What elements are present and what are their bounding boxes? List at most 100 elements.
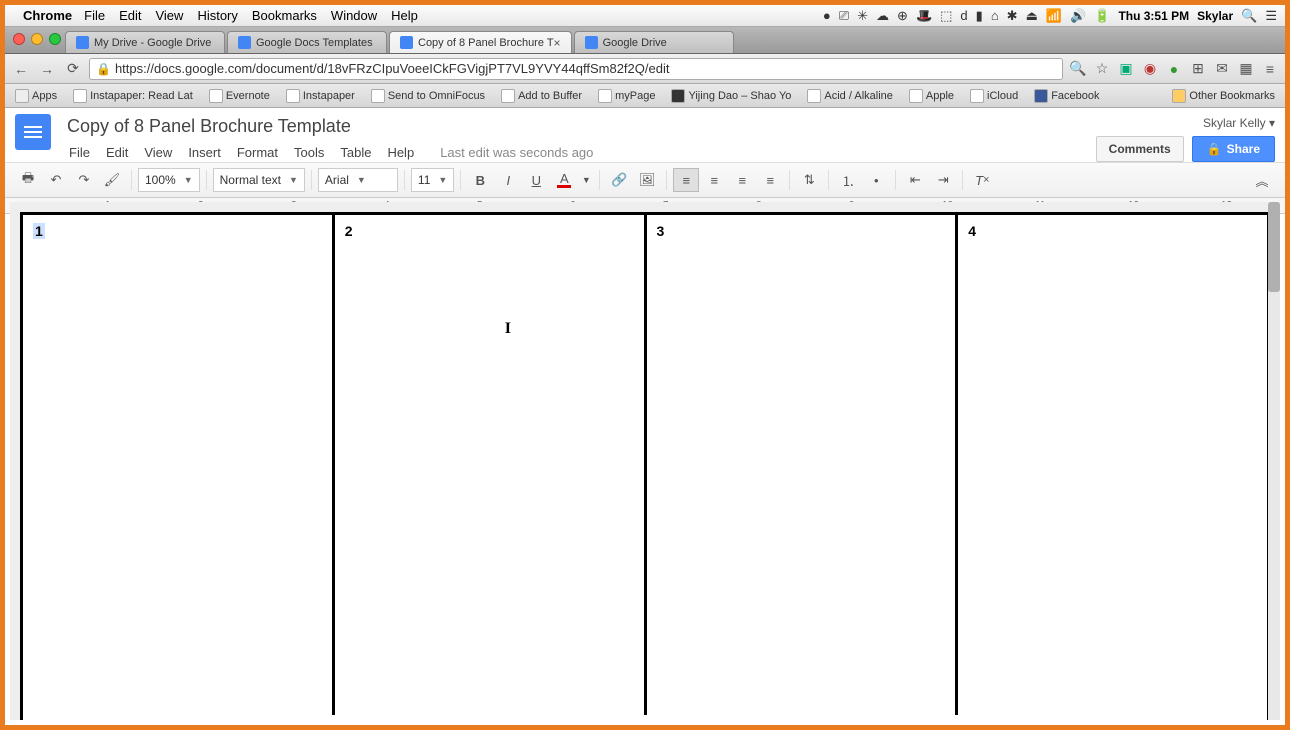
bookmark-item[interactable]: iCloud bbox=[966, 87, 1022, 105]
font-size-select[interactable]: 11▼ bbox=[411, 168, 454, 192]
extension-icon[interactable]: ▦ bbox=[1237, 60, 1255, 78]
brochure-panel-1[interactable]: 1 bbox=[23, 215, 335, 715]
docs-menu-edit[interactable]: Edit bbox=[100, 143, 134, 162]
document-title[interactable]: Copy of 8 Panel Brochure Template bbox=[63, 114, 1096, 139]
brochure-panel-4[interactable]: 4 bbox=[958, 215, 1267, 715]
other-bookmarks[interactable]: Other Bookmarks bbox=[1168, 87, 1279, 105]
align-justify-button[interactable]: ≡ bbox=[757, 168, 783, 192]
extension-icon[interactable]: ⊞ bbox=[1189, 60, 1207, 78]
status-icon[interactable]: ● bbox=[823, 8, 831, 23]
bold-button[interactable]: B bbox=[467, 168, 493, 192]
mac-menu-file[interactable]: File bbox=[84, 8, 105, 23]
status-icon[interactable]: ▮ bbox=[976, 8, 983, 24]
extension-icon[interactable]: ◉ bbox=[1141, 60, 1159, 78]
mac-menu-bookmarks[interactable]: Bookmarks bbox=[252, 8, 317, 23]
volume-icon[interactable]: 📶 bbox=[1046, 8, 1062, 24]
apps-button[interactable]: Apps bbox=[11, 87, 61, 105]
status-icon[interactable]: 🎩 bbox=[916, 8, 932, 24]
bookmark-item[interactable]: Acid / Alkaline bbox=[803, 87, 896, 105]
bookmark-item[interactable]: Send to OmniFocus bbox=[367, 87, 489, 105]
bookmark-item[interactable]: Yijing Dao – Shao Yo bbox=[667, 87, 795, 105]
document-canvas[interactable]: 1 2I 3 4 bbox=[10, 202, 1280, 720]
docs-menu-table[interactable]: Table bbox=[334, 143, 377, 162]
spotlight-icon[interactable]: 🔍 bbox=[1241, 8, 1257, 24]
mac-menu-history[interactable]: History bbox=[197, 8, 237, 23]
status-icon[interactable]: ✳ bbox=[857, 8, 868, 24]
last-edit-label[interactable]: Last edit was seconds ago bbox=[434, 143, 599, 162]
zoom-select[interactable]: 100%▼ bbox=[138, 168, 200, 192]
numbered-list-button[interactable]: ⒈ bbox=[835, 168, 861, 192]
align-left-button[interactable]: ≡ bbox=[673, 168, 699, 192]
close-window-button[interactable] bbox=[13, 33, 25, 45]
bookmark-item[interactable]: Add to Buffer bbox=[497, 87, 586, 105]
vertical-scrollbar[interactable] bbox=[1268, 202, 1280, 720]
extension-icon[interactable]: ● bbox=[1165, 60, 1183, 78]
bookmark-item[interactable]: Apple bbox=[905, 87, 958, 105]
scrollbar-thumb[interactable] bbox=[1268, 202, 1280, 292]
extension-icon[interactable]: ▣ bbox=[1117, 60, 1135, 78]
style-select[interactable]: Normal text▼ bbox=[213, 168, 305, 192]
docs-menu-insert[interactable]: Insert bbox=[182, 143, 227, 162]
reload-button[interactable]: ⟳ bbox=[63, 59, 83, 79]
mac-menu-edit[interactable]: Edit bbox=[119, 8, 141, 23]
zoom-window-button[interactable] bbox=[49, 33, 61, 45]
underline-button[interactable]: U bbox=[523, 168, 549, 192]
print-button[interactable]: 🖶 bbox=[15, 168, 41, 192]
mac-menu-help[interactable]: Help bbox=[391, 8, 418, 23]
italic-button[interactable]: I bbox=[495, 168, 521, 192]
forward-button[interactable]: → bbox=[37, 59, 57, 79]
clear-formatting-button[interactable]: T× bbox=[969, 168, 995, 192]
text-color-button[interactable]: A bbox=[551, 168, 577, 192]
page[interactable]: 1 2I 3 4 bbox=[20, 212, 1270, 720]
bookmark-item[interactable]: Facebook bbox=[1030, 87, 1103, 105]
bookmark-item[interactable]: Evernote bbox=[205, 87, 274, 105]
browser-tab[interactable]: Google Drive bbox=[574, 31, 734, 53]
docs-menu-format[interactable]: Format bbox=[231, 143, 284, 162]
status-icon[interactable]: d bbox=[960, 8, 967, 23]
user-menu[interactable]: Skylar bbox=[1197, 9, 1233, 23]
browser-tab[interactable]: My Drive - Google Drive bbox=[65, 31, 225, 53]
minimize-window-button[interactable] bbox=[31, 33, 43, 45]
bluetooth-icon[interactable]: ✱ bbox=[1007, 8, 1018, 24]
redo-button[interactable]: ↷ bbox=[71, 168, 97, 192]
account-menu[interactable]: Skylar Kelly ▾ bbox=[1203, 116, 1275, 130]
bookmark-item[interactable]: myPage bbox=[594, 87, 659, 105]
share-button[interactable]: 🔒Share bbox=[1192, 136, 1275, 162]
paint-format-button[interactable]: 🖌 bbox=[99, 168, 125, 192]
bookmark-item[interactable]: Instapaper: Read Lat bbox=[69, 87, 197, 105]
docs-menu-file[interactable]: File bbox=[63, 143, 96, 162]
mac-menu-view[interactable]: View bbox=[155, 8, 183, 23]
status-icon[interactable]: ⎚ bbox=[839, 8, 849, 24]
star-icon[interactable]: ☆ bbox=[1093, 60, 1111, 78]
extension-icon[interactable]: ✉ bbox=[1213, 60, 1231, 78]
insert-link-button[interactable]: 🔗 bbox=[606, 168, 632, 192]
undo-button[interactable]: ↶ bbox=[43, 168, 69, 192]
status-icon[interactable]: ☁ bbox=[876, 8, 889, 24]
omnibox[interactable]: 🔒 https://docs.google.com/document/d/18v… bbox=[89, 58, 1063, 80]
close-tab-icon[interactable]: × bbox=[554, 36, 561, 50]
back-button[interactable]: ← bbox=[11, 59, 31, 79]
font-select[interactable]: Arial▼ bbox=[318, 168, 398, 192]
align-center-button[interactable]: ≡ bbox=[701, 168, 727, 192]
browser-tab-active[interactable]: Copy of 8 Panel Brochure T× bbox=[389, 31, 572, 53]
align-right-button[interactable]: ≡ bbox=[729, 168, 755, 192]
collapse-toolbar-button[interactable]: ︽ bbox=[1249, 168, 1275, 192]
line-spacing-button[interactable]: ⇅ bbox=[796, 168, 822, 192]
app-name[interactable]: Chrome bbox=[23, 8, 72, 23]
brochure-panel-2[interactable]: 2I bbox=[335, 215, 647, 715]
notification-center-icon[interactable]: ☰ bbox=[1265, 8, 1277, 24]
docs-menu-help[interactable]: Help bbox=[381, 143, 420, 162]
mac-menu-window[interactable]: Window bbox=[331, 8, 377, 23]
clock[interactable]: Thu 3:51 PM bbox=[1118, 9, 1189, 23]
comments-button[interactable]: Comments bbox=[1096, 136, 1184, 162]
status-icon[interactable]: ⌂ bbox=[991, 8, 999, 23]
wifi-icon[interactable]: ⏏ bbox=[1026, 8, 1038, 24]
zoom-icon[interactable]: 🔍 bbox=[1069, 60, 1087, 78]
docs-logo-icon[interactable] bbox=[15, 114, 51, 150]
chrome-menu-icon[interactable]: ≡ bbox=[1261, 60, 1279, 78]
browser-tab[interactable]: Google Docs Templates bbox=[227, 31, 387, 53]
bulleted-list-button[interactable]: • bbox=[863, 168, 889, 192]
decrease-indent-button[interactable]: ⇤ bbox=[902, 168, 928, 192]
bookmark-item[interactable]: Instapaper bbox=[282, 87, 359, 105]
docs-menu-view[interactable]: View bbox=[138, 143, 178, 162]
